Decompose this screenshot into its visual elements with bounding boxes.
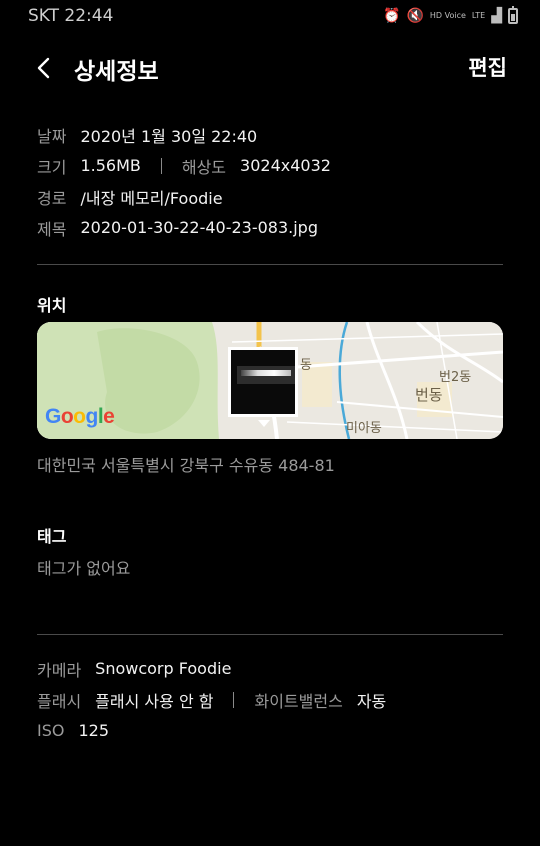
google-logo: Google <box>45 405 115 429</box>
filename-value: 2020-01-30-22-40-23-083.jpg <box>80 218 318 237</box>
iso-row: ISO 125 <box>37 715 503 746</box>
alarm-icon: ⏰ <box>383 8 401 24</box>
white-balance-label: 화이트밸런스 <box>254 691 343 711</box>
camera-row: 카메라 Snowcorp Foodie <box>37 653 503 684</box>
app-bar: 상세정보 편집 <box>0 46 540 90</box>
google-letter: G <box>45 405 61 428</box>
flash-value: 플래시 사용 안 함 <box>95 691 214 711</box>
status-bar: SKT 22:44 ⏰ 🔇 HD Voice LTE ▟ <box>0 0 540 32</box>
resolution-label: 해상도 <box>181 157 227 177</box>
filename-label: 제목 <box>37 219 67 239</box>
back-arrow-icon <box>37 57 50 79</box>
size-row: 크기 1.56MB 해상도 3024x4032 <box>37 150 503 181</box>
location-map[interactable]: 동 번2동 번동 미아동 Google <box>37 322 503 439</box>
map-pin-pointer <box>258 420 270 427</box>
tags-empty-text: 태그가 없어요 <box>37 559 131 578</box>
date-value: 2020년 1월 30일 22:40 <box>80 126 258 146</box>
back-button[interactable] <box>32 52 60 84</box>
white-balance-value: 자동 <box>356 691 387 711</box>
date-label: 날짜 <box>37 126 67 146</box>
location-address: 대한민국 서울특별시 강북구 수유동 484-81 <box>37 456 335 475</box>
photo-thumbnail-marker[interactable] <box>228 347 298 417</box>
hd-voice-icon: HD Voice <box>429 11 466 20</box>
size-label: 크기 <box>37 157 67 177</box>
map-label-miadong: 미아동 <box>346 421 382 436</box>
signal-icon: ▟ <box>491 8 502 24</box>
google-letter: g <box>85 405 99 428</box>
divider <box>37 634 503 635</box>
date-row: 날짜 2020년 1월 30일 22:40 <box>37 119 503 150</box>
path-value: /내장 메모리/Foodie <box>80 188 223 208</box>
flash-label: 플래시 <box>37 691 82 711</box>
lte-icon: LTE <box>471 11 486 20</box>
filename-row: 제목 2020-01-30-22-40-23-083.jpg <box>37 212 503 243</box>
map-label-dong: 동 <box>300 358 312 373</box>
mute-icon: 🔇 <box>406 8 424 24</box>
resolution-value: 3024x4032 <box>240 156 331 175</box>
google-letter: o <box>60 405 74 428</box>
separator <box>233 691 235 708</box>
map-label-beondong: 번동 <box>415 386 443 404</box>
tags-title: 태그 <box>37 527 67 546</box>
path-row: 경로 /내장 메모리/Foodie <box>37 181 503 212</box>
camera-label: 카메라 <box>37 660 82 680</box>
flash-row: 플래시 플래시 사용 안 함 화이트밸런스 자동 <box>37 684 503 715</box>
separator <box>160 157 162 174</box>
file-details: 날짜 2020년 1월 30일 22:40 크기 1.56MB 해상도 3024… <box>37 119 503 243</box>
path-label: 경로 <box>37 188 67 208</box>
thumbnail-light-strip <box>241 370 291 376</box>
location-title: 위치 <box>37 296 67 315</box>
google-letter: e <box>103 405 115 428</box>
iso-value: 125 <box>78 721 110 740</box>
battery-icon <box>508 6 518 24</box>
edit-button[interactable]: 편집 <box>468 52 507 82</box>
carrier-time: SKT 22:44 <box>28 6 114 26</box>
status-icons: ⏰ 🔇 HD Voice LTE ▟ <box>383 6 518 24</box>
camera-details: 카메라 Snowcorp Foodie 플래시 플래시 사용 안 함 화이트밸런… <box>37 653 503 746</box>
divider <box>37 264 503 265</box>
page-title: 상세정보 <box>74 59 159 85</box>
iso-label: ISO <box>37 721 65 740</box>
camera-value: Snowcorp Foodie <box>95 659 232 678</box>
google-letter: o <box>73 405 86 428</box>
map-label-beon2dong: 번2동 <box>439 370 472 385</box>
size-value: 1.56MB <box>80 156 141 175</box>
